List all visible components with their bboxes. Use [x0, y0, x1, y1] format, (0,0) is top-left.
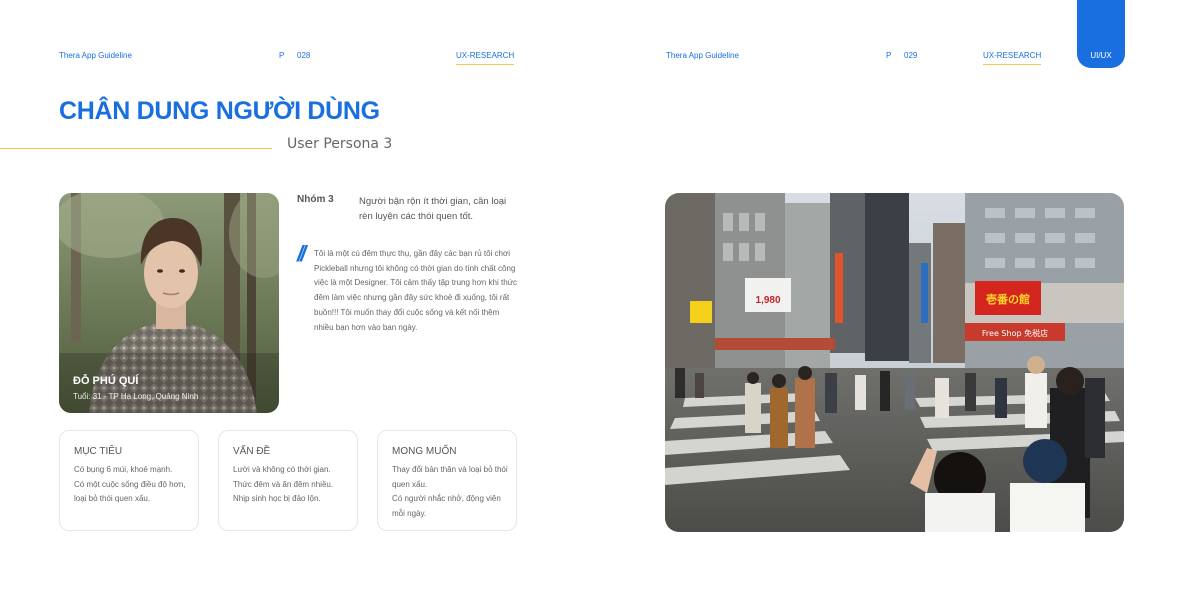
page-number-right: 029 — [904, 51, 918, 60]
persona-info: Tuổi: 31 - TP Hạ Long, Quảng Ninh — [73, 392, 199, 401]
group-label: Nhóm 3 — [297, 194, 334, 205]
street-photo-image: 1,980 壱番の館 Free Shop 免税店 — [665, 193, 1124, 532]
card-problems-line: Lười và không có thời gian. — [233, 465, 331, 474]
price-sign: 1,980 — [755, 295, 780, 306]
card-wishes-title: MONG MUỐN — [392, 446, 457, 457]
page-number-left: 028 — [297, 51, 311, 60]
card-goals: MỤC TIÊU Có bụng 6 múi, khoẻ mạnh. Có mộ… — [59, 430, 199, 531]
persona-photo: ĐỖ PHÚ QUÍ Tuổi: 31 - TP Hạ Long, Quảng … — [59, 193, 279, 413]
card-problems-title: VẤN ĐỀ — [233, 446, 271, 457]
guide-title-left: Thera App Guideline — [59, 51, 132, 60]
card-goals-text: Có bụng 6 múi, khoẻ mạnh. Có một cuộc số… — [74, 463, 192, 507]
card-wishes: MONG MUỐN Thay đổi bản thân và loại bỏ t… — [377, 430, 517, 531]
card-goals-title: MỤC TIÊU — [74, 446, 123, 457]
card-problems-text: Lười và không có thời gian. Thức đêm và … — [233, 463, 351, 507]
group-description: Người bận rộn ít thời gian, cần loại rèn… — [359, 196, 507, 222]
store-sign: 壱番の館 — [986, 292, 1030, 306]
page-title: CHÂN DUNG NGƯỜI DÙNG — [59, 97, 380, 125]
title-underline — [0, 148, 272, 149]
card-problems-line: Thức đêm và ăn đêm nhiều. — [233, 479, 334, 489]
section-tab-left[interactable]: UX-RESEARCH — [456, 51, 515, 65]
shop-sign: Free Shop 免税店 — [982, 328, 1048, 338]
page-prefix-left: P — [279, 51, 285, 60]
card-wishes-line: Có người nhắc nhở, động viên mỗi ngày. — [392, 494, 501, 518]
street-photo: 1,980 壱番の館 Free Shop 免税店 — [665, 193, 1124, 532]
page-subtitle: User Persona 3 — [287, 136, 393, 152]
uiux-side-tab[interactable]: UI/UX — [1077, 0, 1125, 68]
card-problems-line: Nhịp sinh học bị đảo lộn. — [233, 494, 321, 503]
persona-quote: Tôi là một cú đêm thực thụ, gần đây các … — [314, 249, 517, 332]
card-goals-line: Có một cuộc sống điều độ hơn, loại bỏ th… — [74, 479, 186, 504]
quote-icon: // — [297, 241, 306, 266]
guide-title-right: Thera App Guideline — [666, 51, 739, 60]
card-problems: VẤN ĐỀ Lười và không có thời gian. Thức … — [218, 430, 358, 531]
persona-name: ĐỖ PHÚ QUÍ — [73, 375, 139, 387]
uiux-side-tab-label: UI/UX — [1090, 51, 1112, 60]
card-wishes-line: Thay đổi bản thân và loại bỏ thói quen x… — [392, 465, 508, 489]
section-tab-right[interactable]: UX-RESEARCH — [983, 51, 1042, 65]
card-wishes-text: Thay đổi bản thân và loại bỏ thói quen x… — [392, 463, 510, 521]
card-goals-line: Có bụng 6 múi, khoẻ mạnh. — [74, 465, 173, 474]
page-prefix-right: P — [886, 51, 892, 60]
